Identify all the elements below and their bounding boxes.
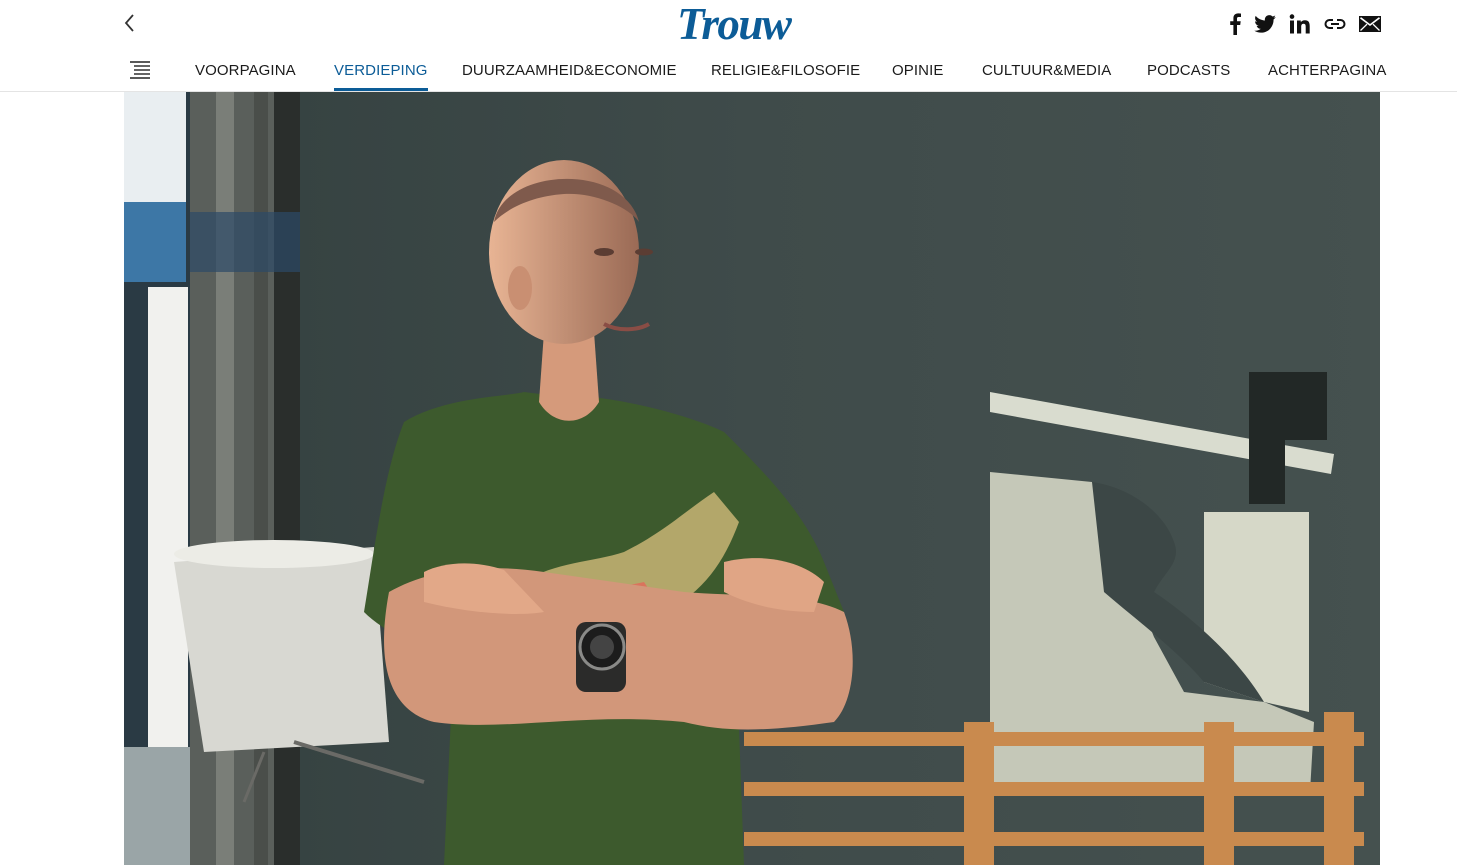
menu-button[interactable] — [128, 60, 152, 80]
share-email-button[interactable] — [1357, 10, 1383, 38]
mail-icon — [1359, 16, 1381, 32]
share-linkedin-button[interactable] — [1288, 10, 1312, 38]
share-facebook-button[interactable] — [1224, 10, 1246, 38]
nav-item-voorpagina[interactable]: VOORPAGINA — [195, 48, 296, 91]
nav-item-cultuur-media[interactable]: CULTUUR&MEDIA — [982, 48, 1111, 91]
article-hero-image — [124, 92, 1380, 865]
link-icon — [1324, 19, 1346, 29]
nav-item-verdieping[interactable]: VERDIEPING — [334, 48, 428, 91]
site-header: Trouw — [0, 0, 1457, 48]
nav-item-podcasts[interactable]: PODCASTS — [1147, 48, 1230, 91]
nav-item-achterpagina[interactable]: ACHTERPAGINA — [1268, 48, 1386, 91]
nav-item-opinie[interactable]: OPINIE — [892, 48, 943, 91]
nav-item-duurzaamheid-economie[interactable]: DUURZAAMHEID&ECONOMIE — [462, 48, 677, 91]
menu-list-icon — [130, 61, 150, 79]
back-button[interactable] — [118, 9, 144, 37]
copy-link-button[interactable] — [1322, 10, 1348, 38]
section-nav: VOORPAGINA VERDIEPING DUURZAAMHEID&ECONO… — [0, 48, 1457, 92]
nav-item-religie-filosofie[interactable]: RELIGIE&FILOSOFIE — [711, 48, 860, 91]
chevron-left-icon — [124, 14, 134, 32]
facebook-icon — [1230, 13, 1241, 35]
twitter-icon — [1254, 15, 1276, 33]
share-twitter-button[interactable] — [1253, 10, 1277, 38]
linkedin-icon — [1289, 14, 1310, 34]
site-logo[interactable]: Trouw — [677, 0, 792, 48]
